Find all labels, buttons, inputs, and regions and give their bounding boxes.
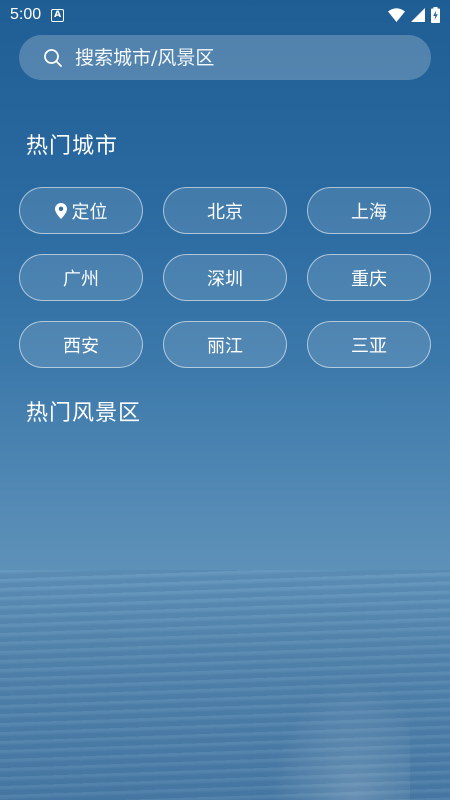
status-bar: 5:00 A bbox=[0, 0, 450, 30]
signal-icon bbox=[411, 8, 425, 22]
city-chip-shenzhen[interactable]: 深圳 bbox=[163, 254, 287, 301]
city-chip-label: 上海 bbox=[351, 201, 387, 223]
city-chip-lijiang[interactable]: 丽江 bbox=[163, 321, 287, 368]
location-pin-icon bbox=[54, 202, 67, 219]
city-chip-beijing[interactable]: 北京 bbox=[163, 187, 287, 234]
status-time: 5:00 bbox=[10, 6, 42, 23]
sea-shine-decoration bbox=[270, 680, 410, 800]
city-chip-chongqing[interactable]: 重庆 bbox=[307, 254, 431, 301]
search-input[interactable] bbox=[75, 46, 395, 69]
search-bar[interactable] bbox=[19, 35, 431, 80]
city-chip-sanya[interactable]: 三亚 bbox=[307, 321, 431, 368]
city-chip-guangzhou[interactable]: 广州 bbox=[19, 254, 143, 301]
hot-cities-title: 热门城市 bbox=[26, 134, 119, 159]
city-chip-label: 西安 bbox=[63, 335, 99, 357]
wifi-icon bbox=[388, 8, 405, 22]
city-chip-label: 深圳 bbox=[207, 268, 243, 290]
city-chip-shanghai[interactable]: 上海 bbox=[307, 187, 431, 234]
city-chip-label: 广州 bbox=[63, 268, 99, 290]
city-chip-label: 丽江 bbox=[207, 335, 243, 357]
hot-cities-grid: 定位 北京 上海 广州 深圳 重庆 西安 丽江 三亚 bbox=[19, 187, 431, 368]
city-chip-locate[interactable]: 定位 bbox=[19, 187, 143, 234]
city-chip-label: 重庆 bbox=[351, 268, 387, 290]
battery-charging-icon bbox=[431, 7, 440, 23]
city-chip-label: 北京 bbox=[207, 201, 243, 223]
city-chip-label: 定位 bbox=[71, 201, 108, 223]
status-icons bbox=[388, 7, 440, 23]
city-chip-xian[interactable]: 西安 bbox=[19, 321, 143, 368]
a-app-icon: A bbox=[51, 8, 65, 22]
city-chip-label: 三亚 bbox=[351, 335, 387, 357]
hot-scenic-title: 热门风景区 bbox=[26, 401, 142, 426]
sea-background bbox=[0, 570, 450, 800]
search-icon bbox=[43, 48, 63, 68]
